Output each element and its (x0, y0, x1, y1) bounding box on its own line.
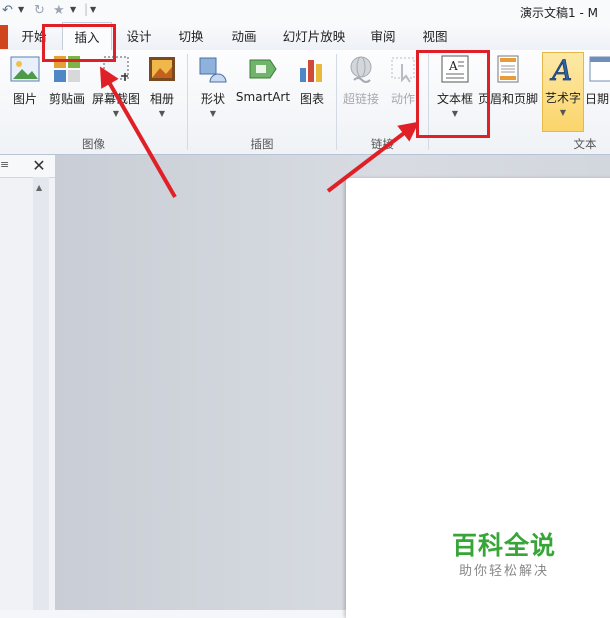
arrow-to-insert-tab (100, 66, 177, 198)
watermark-title: 百科全说 (452, 531, 557, 560)
watermark-subtitle: 助你轻松解决 (459, 564, 550, 579)
annotation-arrows (100, 66, 420, 198)
arrow-to-textbox (326, 121, 420, 193)
